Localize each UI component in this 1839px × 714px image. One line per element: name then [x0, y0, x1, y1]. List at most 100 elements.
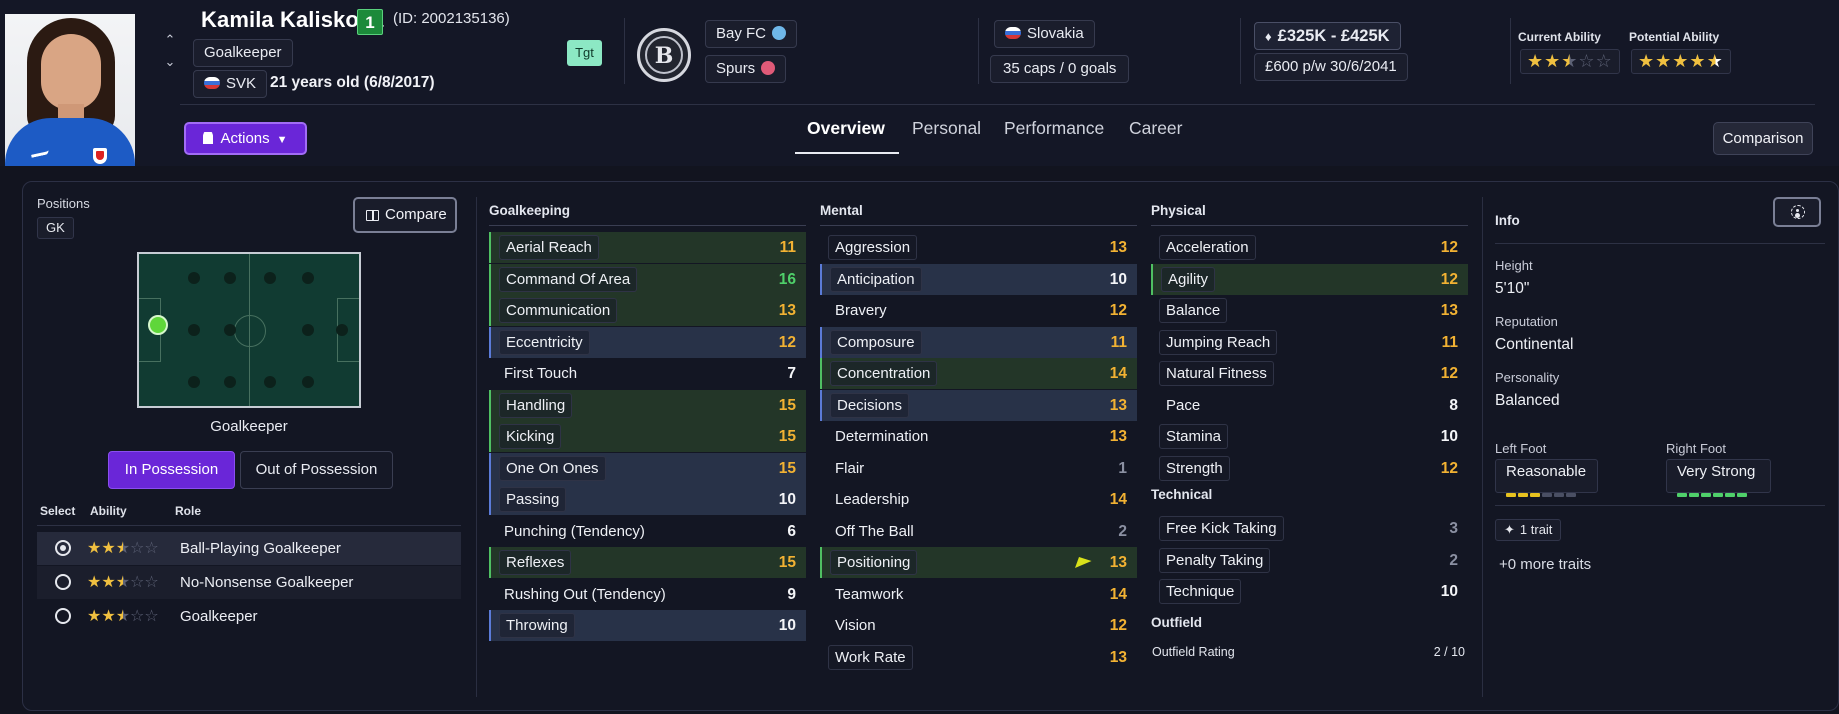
attribute-row[interactable]: Teamwork 14 — [820, 579, 1137, 610]
attribute-row[interactable]: Technique 10 — [1151, 576, 1468, 607]
tab-overview[interactable]: Overview — [807, 118, 885, 154]
attribute-row[interactable]: Balance 13 — [1151, 295, 1468, 326]
compare-button[interactable]: Compare — [353, 197, 457, 233]
attribute-row[interactable]: Natural Fitness 12 — [1151, 358, 1468, 389]
attribute-row[interactable]: Reflexes 15 — [489, 547, 806, 578]
physical-section-title: Physical — [1151, 203, 1206, 218]
attribute-row[interactable]: First Touch 7 — [489, 358, 806, 389]
attribute-row[interactable]: Pace 8 — [1151, 390, 1468, 421]
attribute-row[interactable]: Passing 10 — [489, 484, 806, 515]
positions-label: Positions — [37, 196, 90, 211]
attribute-name: Concentration — [830, 361, 938, 386]
nationality-chip[interactable]: SVK — [193, 70, 268, 98]
attribute-value: 1 — [1118, 459, 1127, 477]
attribute-value: 14 — [1109, 491, 1127, 508]
attribute-row[interactable]: Strength 12 — [1151, 453, 1468, 484]
actions-button[interactable]: Actions ▼ — [184, 122, 307, 155]
attribute-name: Bravery — [835, 302, 887, 319]
left-foot-bars — [1506, 484, 1578, 497]
role-radio[interactable] — [55, 574, 71, 590]
attribute-row[interactable]: Anticipation 10 — [820, 263, 1137, 295]
reputation-label: Reputation — [1495, 314, 1558, 329]
attribute-row[interactable]: Rushing Out (Tendency) 9 — [489, 579, 806, 610]
attribute-value: 12 — [1440, 365, 1458, 382]
attribute-row[interactable]: Vision 12 — [820, 610, 1137, 641]
height-value: 5'10" — [1495, 280, 1530, 297]
target-badge[interactable]: Tgt — [567, 40, 602, 66]
club-badge-icon[interactable]: B — [637, 28, 691, 82]
attribute-row[interactable]: Off The Ball 2 — [820, 516, 1137, 547]
attribute-name: Handling — [499, 392, 573, 418]
potential-ability-label: Potential Ability — [1629, 30, 1720, 44]
attribute-row[interactable]: Jumping Reach 11 — [1151, 327, 1468, 358]
attribute-row[interactable]: Punching (Tendency) 6 — [489, 516, 806, 547]
wage-chip[interactable]: £600 p/w 30/6/2041 — [1254, 53, 1408, 81]
position-chip[interactable]: Goalkeeper — [193, 39, 293, 67]
attribute-row[interactable]: Aerial Reach 11 — [489, 232, 806, 263]
tab-career[interactable]: Career — [1129, 118, 1183, 154]
attribute-row[interactable]: Determination 13 — [820, 421, 1137, 452]
roles-header-line — [37, 525, 461, 526]
club-primary-chip[interactable]: Bay FC — [705, 20, 798, 48]
attribute-name: Natural Fitness — [1159, 361, 1274, 386]
attribute-value: 13 — [1109, 396, 1127, 414]
technical-section-title: Technical — [1151, 487, 1213, 502]
attribute-row[interactable]: Penalty Taking 2 — [1151, 545, 1468, 576]
in-possession-toggle[interactable]: In Possession — [108, 451, 235, 489]
attribute-row[interactable]: Work Rate 13 — [820, 642, 1137, 673]
attribute-row[interactable]: Flair 1 — [820, 453, 1137, 484]
transfer-value-chip[interactable]: ♦ £325K - £425K — [1254, 22, 1401, 50]
attribute-row[interactable]: One On Ones 15 — [489, 452, 806, 484]
more-traits-link[interactable]: +0 more traits — [1499, 556, 1591, 573]
person-icon — [203, 132, 214, 144]
tab-personal[interactable]: Personal — [912, 118, 981, 154]
position-pitch[interactable] — [137, 252, 361, 408]
attribute-row[interactable]: Decisions 13 — [820, 389, 1137, 421]
out-of-possession-toggle[interactable]: Out of Possession — [240, 451, 393, 489]
attribute-row[interactable]: Agility 12 — [1151, 263, 1468, 295]
attribute-row[interactable]: Bravery 12 — [820, 295, 1137, 326]
ability-column-header: Ability — [90, 504, 127, 518]
attribute-value: 15 — [778, 428, 796, 445]
player-age: 21 years old (6/8/2017) — [270, 74, 435, 91]
comparison-button[interactable]: Comparison — [1713, 122, 1813, 155]
role-radio[interactable] — [55, 608, 71, 624]
caps-chip[interactable]: 35 caps / 0 goals — [990, 55, 1130, 83]
attribute-row[interactable]: Handling 15 — [489, 389, 806, 421]
traits-chip[interactable]: ✦ 1 trait — [1495, 519, 1562, 541]
role-row[interactable]: ★★★☆☆ Ball-Playing Goalkeeper — [37, 532, 461, 565]
position-code-chip[interactable]: GK — [37, 217, 74, 239]
attribute-row[interactable]: Stamina 10 — [1151, 421, 1468, 452]
role-row[interactable]: ★★★☆☆ Goalkeeper — [37, 600, 461, 633]
attribute-row[interactable]: Throwing 10 — [489, 610, 806, 641]
club-secondary-chip[interactable]: Spurs — [705, 55, 787, 83]
next-player-arrow[interactable]: ⌄ — [162, 54, 178, 70]
column-divider — [1482, 197, 1483, 697]
national-team-chip[interactable]: Slovakia — [994, 20, 1095, 48]
attribute-row[interactable]: Aggression 13 — [820, 232, 1137, 263]
info-settings-button[interactable] — [1773, 197, 1821, 227]
attribute-row[interactable]: Communication 13 — [489, 295, 806, 326]
attribute-row[interactable]: Leadership 14 — [820, 484, 1137, 515]
attribute-row[interactable]: Free Kick Taking 3 — [1151, 513, 1468, 544]
attribute-row[interactable]: Eccentricity 12 — [489, 326, 806, 358]
national-team-name: Slovakia — [1027, 25, 1084, 42]
attribute-row[interactable]: Positioning 13 — [820, 547, 1137, 578]
role-radio[interactable] — [55, 540, 71, 556]
tab-performance[interactable]: Performance — [1004, 118, 1104, 154]
role-name: Goalkeeper — [180, 608, 258, 625]
attribute-row[interactable]: Command Of Area 16 — [489, 263, 806, 295]
attribute-value: 12 — [1109, 617, 1127, 634]
attribute-row[interactable]: Concentration 14 — [820, 358, 1137, 389]
role-row[interactable]: ★★★☆☆ No-Nonsense Goalkeeper — [37, 566, 461, 599]
role-name: Ball-Playing Goalkeeper — [180, 540, 341, 557]
info-divider — [1495, 505, 1825, 506]
previous-player-arrow[interactable]: ⌃ — [162, 32, 178, 48]
attribute-row[interactable]: Kicking 15 — [489, 421, 806, 452]
attribute-value: 13 — [1109, 239, 1127, 256]
attribute-name: Leadership — [835, 491, 910, 508]
attribute-row[interactable]: Composure 11 — [820, 326, 1137, 358]
column-divider — [476, 197, 477, 697]
left-foot-label: Left Foot — [1495, 441, 1547, 456]
attribute-row[interactable]: Acceleration 12 — [1151, 232, 1468, 263]
